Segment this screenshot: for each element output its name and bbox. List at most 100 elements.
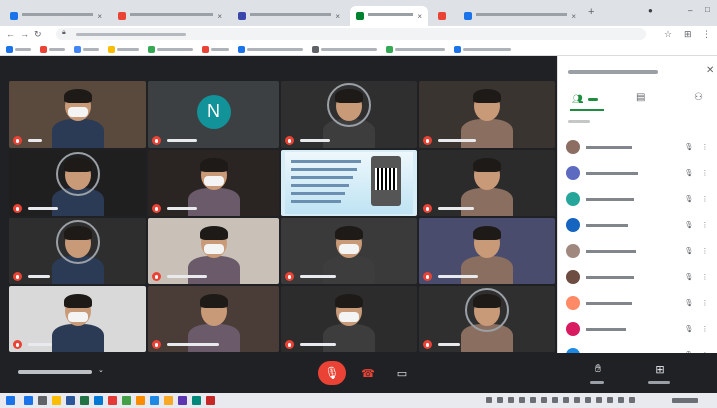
more-options-icon[interactable]: ⋮ xyxy=(700,143,710,151)
mic-off-icon xyxy=(152,340,161,349)
taskbar-app-icon[interactable] xyxy=(122,396,131,405)
bookmark-item[interactable] xyxy=(40,45,65,53)
raise-hand-button[interactable]: ✋︎ xyxy=(588,359,608,379)
participant-name xyxy=(285,136,330,145)
participant-row[interactable]: 🎙︎⋮ xyxy=(566,238,710,264)
taskbar-app-icon[interactable] xyxy=(94,396,103,405)
participant-tile[interactable] xyxy=(9,286,146,352)
participant-tile[interactable] xyxy=(419,286,555,352)
participant-tile[interactable] xyxy=(148,286,279,352)
close-icon[interactable]: × xyxy=(97,12,102,21)
close-icon[interactable]: × xyxy=(417,12,422,21)
minimize-icon[interactable]: – xyxy=(688,6,692,15)
participant-row[interactable]: 🎙︎⋮ xyxy=(566,134,710,160)
tray-icon xyxy=(508,397,514,403)
participant-tile[interactable] xyxy=(419,81,555,148)
browser-tab[interactable]: × xyxy=(350,6,428,26)
bookmark-item[interactable] xyxy=(74,45,99,53)
taskbar-app-icon[interactable] xyxy=(38,396,47,405)
more-options-icon[interactable]: ⋮ xyxy=(700,221,710,229)
taskbar-app-icon[interactable] xyxy=(24,396,33,405)
tab-people[interactable]: 👥︎ xyxy=(568,90,612,112)
close-icon[interactable]: × xyxy=(571,12,576,21)
participant-tile[interactable]: N xyxy=(148,81,279,148)
browser-tab[interactable]: × xyxy=(432,6,454,26)
browser-tab[interactable]: × xyxy=(458,6,582,26)
participant-row[interactable]: 🎙︎⋮ xyxy=(566,160,710,186)
browser-tab[interactable]: × xyxy=(112,6,228,26)
taskbar-app-icon[interactable] xyxy=(178,396,187,405)
taskbar-app-icon[interactable] xyxy=(192,396,201,405)
bookmark-item[interactable] xyxy=(202,45,229,53)
bookmark-label xyxy=(49,47,65,51)
close-icon[interactable]: × xyxy=(217,12,222,21)
reload-icon[interactable]: ↻ xyxy=(34,29,42,39)
bookmark-item[interactable] xyxy=(312,45,377,53)
profile-icon[interactable]: ● xyxy=(648,6,653,15)
mic-off-button[interactable]: 🎙︎ xyxy=(318,361,346,385)
bookmark-item[interactable] xyxy=(6,45,31,53)
more-options-icon[interactable]: ⋮ xyxy=(700,273,710,281)
bookmark-item[interactable] xyxy=(386,45,445,53)
browser-tab[interactable]: × xyxy=(232,6,346,26)
bookmark-item[interactable] xyxy=(238,45,303,53)
participant-tile[interactable] xyxy=(281,286,417,352)
participant-tile[interactable] xyxy=(281,81,417,148)
participant-row[interactable]: 🎙︎⋮ xyxy=(566,290,710,316)
more-options-icon[interactable]: ⋮ xyxy=(700,169,710,177)
clock-text xyxy=(672,398,698,403)
tray-icon xyxy=(497,397,503,403)
taskbar-app-icon[interactable] xyxy=(80,396,89,405)
participant-tile[interactable] xyxy=(9,81,146,148)
address-bar[interactable]: 🔒︎ xyxy=(56,28,646,40)
taskbar-app-icon[interactable] xyxy=(136,396,145,405)
back-icon[interactable]: ← xyxy=(6,29,15,39)
start-icon[interactable] xyxy=(6,396,15,405)
participant-row[interactable]: 🎙︎⋮ xyxy=(566,186,710,212)
more-options-icon[interactable]: ⋮ xyxy=(700,247,710,255)
bookmark-item[interactable] xyxy=(108,45,139,53)
participant-tile[interactable] xyxy=(281,218,417,284)
bookmark-item[interactable] xyxy=(454,45,511,53)
participant-tile[interactable] xyxy=(9,218,146,284)
participant-tile[interactable] xyxy=(148,150,279,216)
taskbar-app-icon[interactable] xyxy=(108,396,117,405)
participant-row[interactable]: 🎙︎⋮ xyxy=(566,212,710,238)
activities-button[interactable]: ⊞ xyxy=(650,359,670,379)
participant-tile[interactable] xyxy=(419,218,555,284)
taskbar-app-icon[interactable] xyxy=(206,396,215,405)
more-options-icon[interactable]: ⋮ xyxy=(700,325,710,333)
browser-tab[interactable]: × xyxy=(4,6,108,26)
participant-tile[interactable] xyxy=(148,218,279,284)
participant-tile[interactable] xyxy=(419,150,555,216)
taskbar-app-icon[interactable] xyxy=(150,396,159,405)
slide-text-line xyxy=(291,192,345,195)
tab-activities-icon[interactable]: ⚇ xyxy=(694,92,703,103)
taskbar-app-icon[interactable] xyxy=(164,396,173,405)
close-icon[interactable]: ✕ xyxy=(706,65,714,76)
participant-row[interactable]: 🎙︎⋮ xyxy=(566,342,710,353)
camera-button[interactable]: ▭ xyxy=(392,363,412,383)
tray-icon xyxy=(563,397,569,403)
tab-chat-icon[interactable]: ▤ xyxy=(636,92,645,103)
close-icon[interactable]: × xyxy=(335,12,340,21)
leave-call-button[interactable]: ☎︎ xyxy=(358,363,378,383)
participant-row[interactable]: 🎙︎⋮ xyxy=(566,316,710,342)
more-options-icon[interactable]: ⋮ xyxy=(700,299,710,307)
new-tab-button[interactable]: + xyxy=(588,6,594,18)
window-control-icon[interactable]: □ xyxy=(705,5,710,14)
extensions-icon[interactable]: ⊞ xyxy=(684,29,692,39)
participant-tile[interactable] xyxy=(9,150,146,216)
more-options-icon[interactable]: ⋮ xyxy=(700,195,710,203)
panel-title-bar xyxy=(568,70,658,74)
star-icon[interactable]: ☆ xyxy=(664,29,672,39)
taskbar-app-icon[interactable] xyxy=(52,396,61,405)
participant-tile[interactable] xyxy=(281,150,417,216)
taskbar-app-icon[interactable] xyxy=(66,396,75,405)
chevron-down-icon[interactable]: ⌄ xyxy=(98,366,104,374)
avatar xyxy=(566,192,580,206)
forward-icon[interactable]: → xyxy=(20,29,29,39)
bookmark-item[interactable] xyxy=(148,45,193,53)
participant-row[interactable]: 🎙︎⋮ xyxy=(566,264,710,290)
menu-icon[interactable]: ⋮ xyxy=(702,29,711,39)
